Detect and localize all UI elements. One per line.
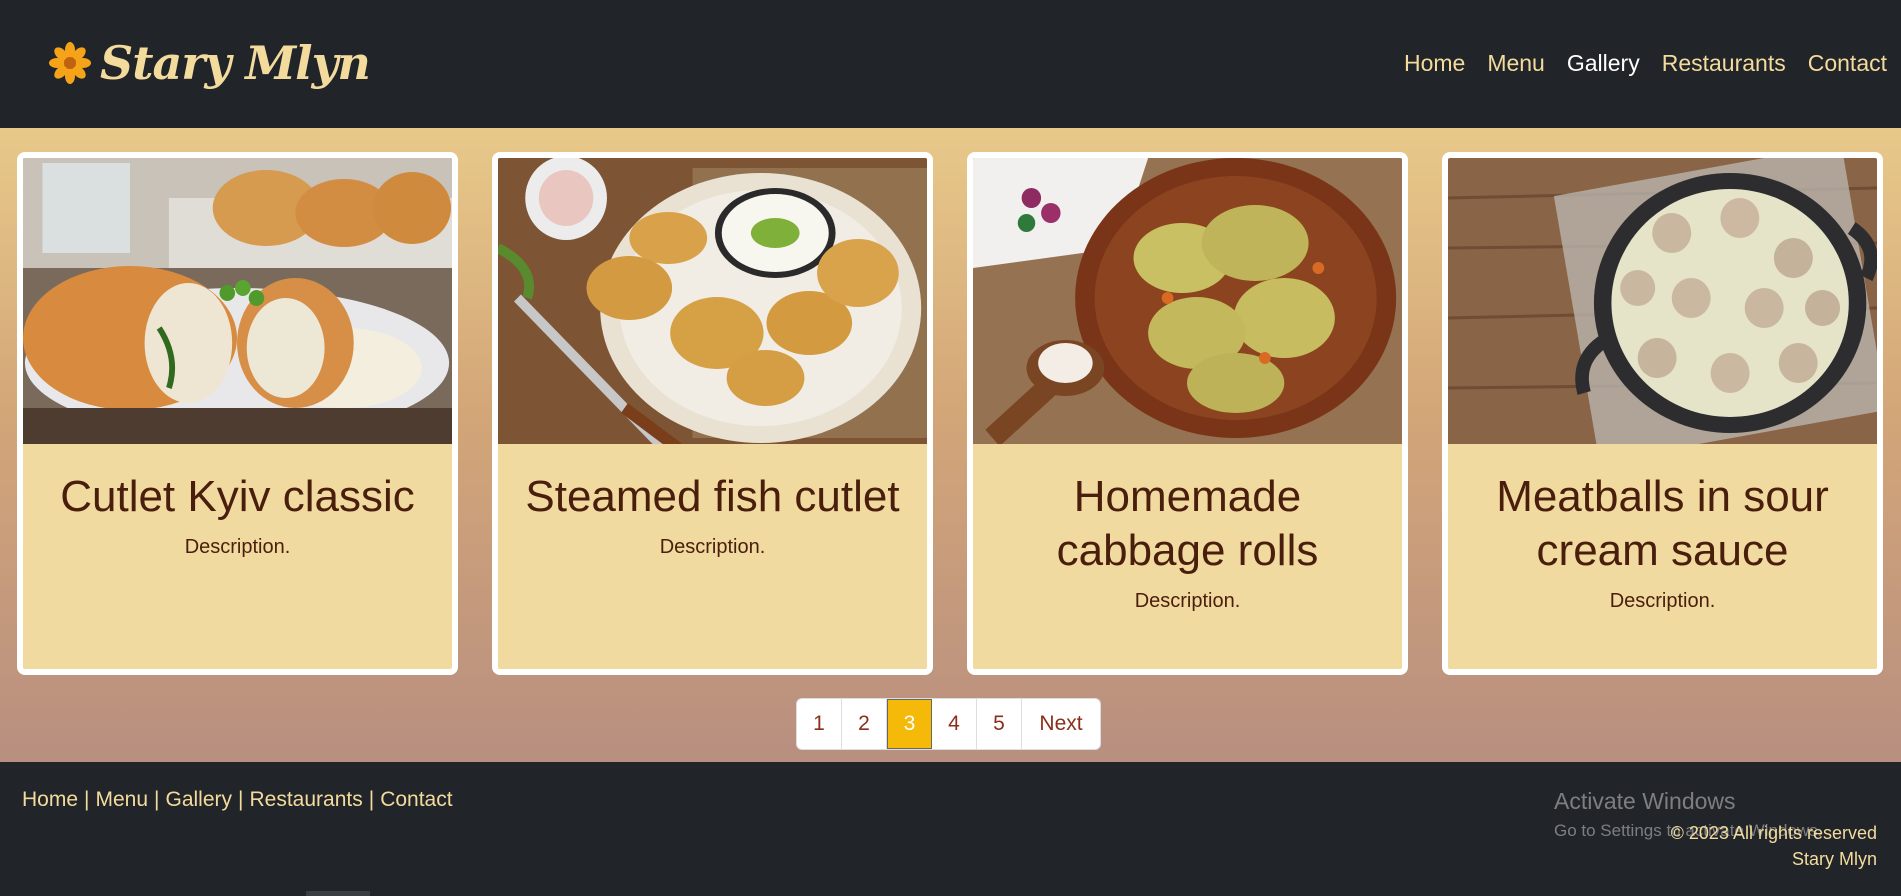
page-2-button[interactable]: 2 [842, 699, 887, 749]
page-5-button[interactable]: 5 [977, 699, 1022, 749]
footer-link-menu[interactable]: Menu [96, 788, 149, 811]
main-nav: Home Menu Gallery Restaurants Contact [1404, 50, 1887, 77]
dish-card[interactable]: Steamed fish cutlet Description. [492, 152, 933, 675]
site-footer: Home | Menu | Gallery | Restaurants | Contact Ac… [0, 762, 1901, 896]
separator: | [368, 788, 375, 811]
footer-link-home[interactable]: Home [22, 788, 78, 811]
dish-title: Cutlet Kyiv classic [60, 472, 415, 521]
nav-menu[interactable]: Menu [1487, 50, 1545, 77]
watermark-title: Activate Windows [1554, 788, 1736, 814]
dish-title: Steamed fish cutlet [525, 472, 900, 521]
footer-link-contact[interactable]: Contact [380, 788, 452, 811]
footer-nav: Home | Menu | Gallery | Restaurants | Contact [22, 788, 453, 812]
footer-link-gallery[interactable]: Gallery [166, 788, 233, 811]
separator: | [154, 788, 160, 811]
page-3-button[interactable]: 3 [887, 699, 932, 749]
next-page-button[interactable]: Next [1022, 699, 1100, 749]
page-4-button[interactable]: 4 [932, 699, 977, 749]
nav-contact[interactable]: Contact [1808, 50, 1887, 77]
gallery-section: Cutlet Kyiv classic Description. Steamed… [0, 128, 1901, 762]
footer-link-restaurants[interactable]: Restaurants [250, 788, 363, 811]
brand[interactable]: Stary Mlyn [48, 36, 371, 90]
dish-title: Meatballs in sour cream sauce [1496, 472, 1829, 575]
nav-restaurants[interactable]: Restaurants [1662, 50, 1786, 77]
dish-card[interactable]: Homemade cabbage rolls Description. [967, 152, 1408, 675]
brand-name: Stary Mlyn [100, 36, 371, 90]
separator: | [238, 788, 244, 811]
separator: | [84, 788, 90, 811]
dish-card[interactable]: Cutlet Kyiv classic Description. [17, 152, 458, 675]
dish-description: Description. [1609, 590, 1716, 612]
dish-card[interactable]: Meatballs in sour cream sauce Descriptio… [1442, 152, 1883, 675]
nav-home[interactable]: Home [1404, 50, 1465, 77]
dish-description: Description. [659, 536, 766, 558]
cabbage-rolls-image [973, 158, 1402, 447]
copyright: © 2023 All rights reserved Stary Mlyn [1671, 820, 1877, 872]
fish-cutlets-image [498, 158, 927, 453]
horizontal-scrollbar-thumb[interactable] [306, 891, 370, 896]
chicken-kyiv-image [23, 158, 452, 444]
dish-title: Homemade cabbage rolls [1056, 472, 1319, 575]
page-1-button[interactable]: 1 [797, 699, 842, 749]
meatballs-pan-image [1448, 158, 1877, 462]
pagination: 1 2 3 4 5 Next [796, 698, 1101, 750]
site-header: Stary Mlyn Home Menu Gallery Restaurants… [0, 0, 1901, 128]
flower-logo-icon [49, 42, 91, 84]
nav-gallery[interactable]: Gallery [1567, 50, 1640, 77]
dish-description: Description. [184, 536, 291, 558]
copyright-line: © 2023 All rights reserved [1670, 823, 1877, 843]
dish-description: Description. [1134, 590, 1241, 612]
copyright-brand: Stary Mlyn [1791, 849, 1877, 869]
